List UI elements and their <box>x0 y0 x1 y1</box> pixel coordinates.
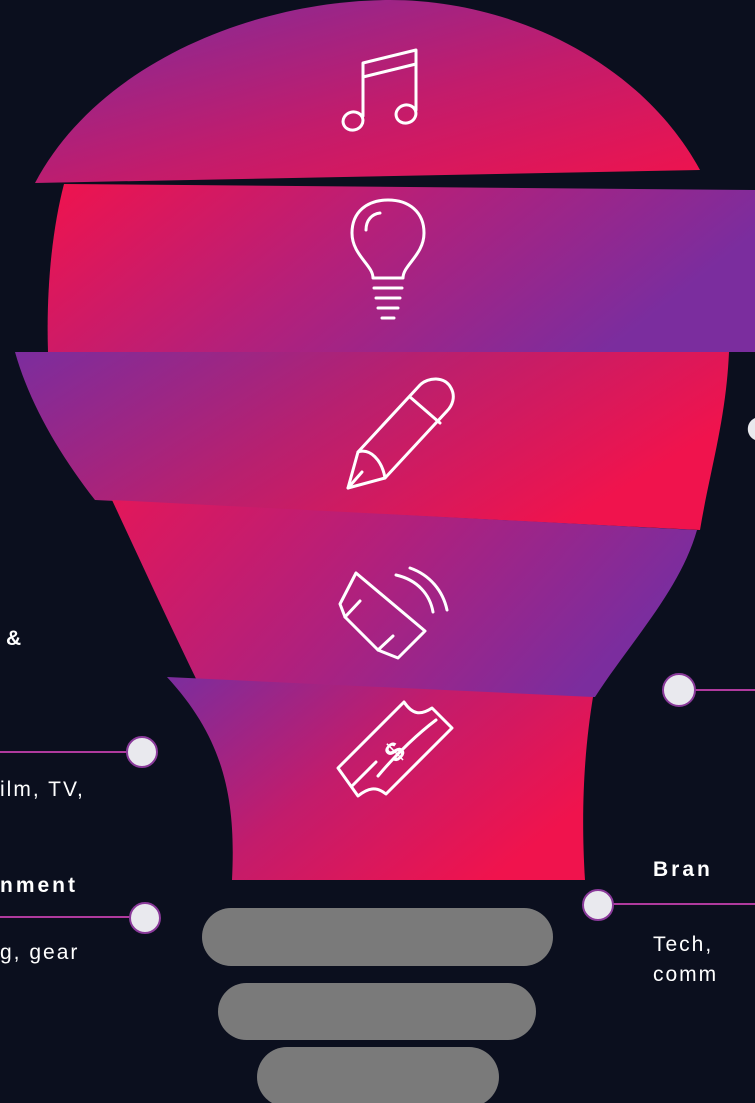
left-top-description-fragment: ilm, TV, <box>0 778 85 801</box>
right-description-line1-fragment: Tech, <box>653 933 714 956</box>
left-bottom-title-fragment: nment <box>0 874 78 897</box>
bulb-base-cap <box>257 1047 499 1103</box>
left-connector-dot-bottom <box>129 902 161 934</box>
bulb-band-4 <box>112 500 697 697</box>
right-connector-dot-top <box>662 673 696 707</box>
bulb-band-1 <box>35 0 700 183</box>
right-title-fragment: Bran <box>653 858 713 881</box>
left-top-title-fragment: & <box>6 627 25 650</box>
right-connector-dot-bottom <box>582 889 614 921</box>
bulb-band-2 <box>47 184 755 352</box>
left-bottom-description-fragment: g, gear <box>0 941 80 964</box>
right-connector-dot-partial <box>747 418 755 440</box>
bulb-base-ring-1 <box>202 908 553 966</box>
left-connector-dot-top <box>126 736 158 768</box>
right-description-line2-fragment: comm <box>653 963 719 986</box>
lightbulb-diagram: $ <box>0 0 755 1103</box>
bulb-base-ring-2 <box>218 983 536 1040</box>
bulb-band-5 <box>167 677 593 880</box>
